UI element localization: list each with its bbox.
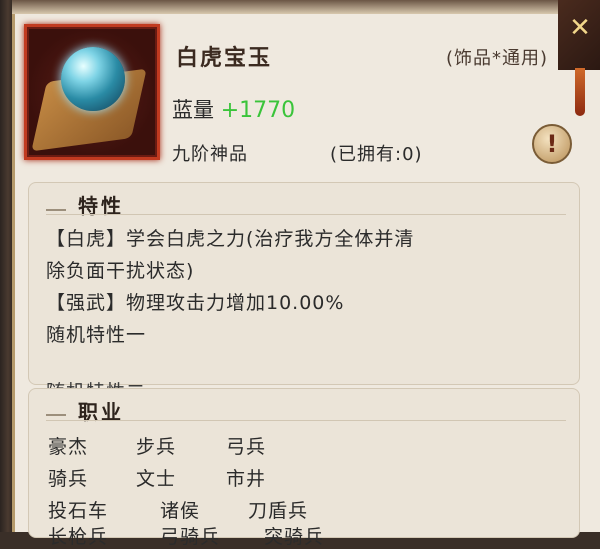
job-item: 步兵 [136, 436, 177, 458]
item-name: 白虎宝玉 [176, 46, 273, 71]
job-item: 弓骑兵 [160, 526, 221, 548]
job-item: 诸侯 [160, 500, 201, 522]
job-item: 突骑兵 [264, 526, 325, 548]
close-icon[interactable]: ✕ [566, 14, 594, 42]
jobs-divider [46, 420, 566, 421]
trait-line: 【强武】物理攻击力增加10.00% [46, 292, 345, 314]
item-icon-frame [24, 24, 160, 160]
tassel-decoration [575, 68, 585, 116]
item-rank: 九阶神品 [172, 144, 248, 165]
mana-label: 蓝量 [172, 98, 214, 122]
info-button[interactable]: ! [532, 124, 572, 164]
trait-line: 【白虎】学会白虎之力(治疗我方全体并清 [46, 228, 415, 250]
trait-line: 除负面干扰状态) [46, 260, 195, 282]
orb-icon [61, 47, 125, 111]
mana-value: +1770 [220, 98, 296, 123]
item-type: (饰品*通用) [446, 48, 549, 69]
job-item: 弓兵 [226, 436, 267, 458]
job-item: 投石车 [48, 500, 109, 522]
owned-count: (已拥有:0) [330, 144, 423, 165]
job-item: 长枪兵 [48, 526, 109, 548]
job-item: 豪杰 [48, 436, 89, 458]
job-item: 骑兵 [48, 468, 89, 490]
job-item: 刀盾兵 [248, 500, 309, 522]
jobs-title-rule-left [46, 414, 66, 416]
mana-stat: 蓝量 +1770 [172, 94, 295, 124]
trait-line: 随机特性一 [46, 324, 147, 346]
traits-title-rule-left [46, 209, 66, 211]
panel-top-border [12, 0, 580, 14]
traits-divider [46, 214, 566, 215]
job-item: 市井 [226, 468, 267, 490]
job-item: 文士 [136, 468, 177, 490]
